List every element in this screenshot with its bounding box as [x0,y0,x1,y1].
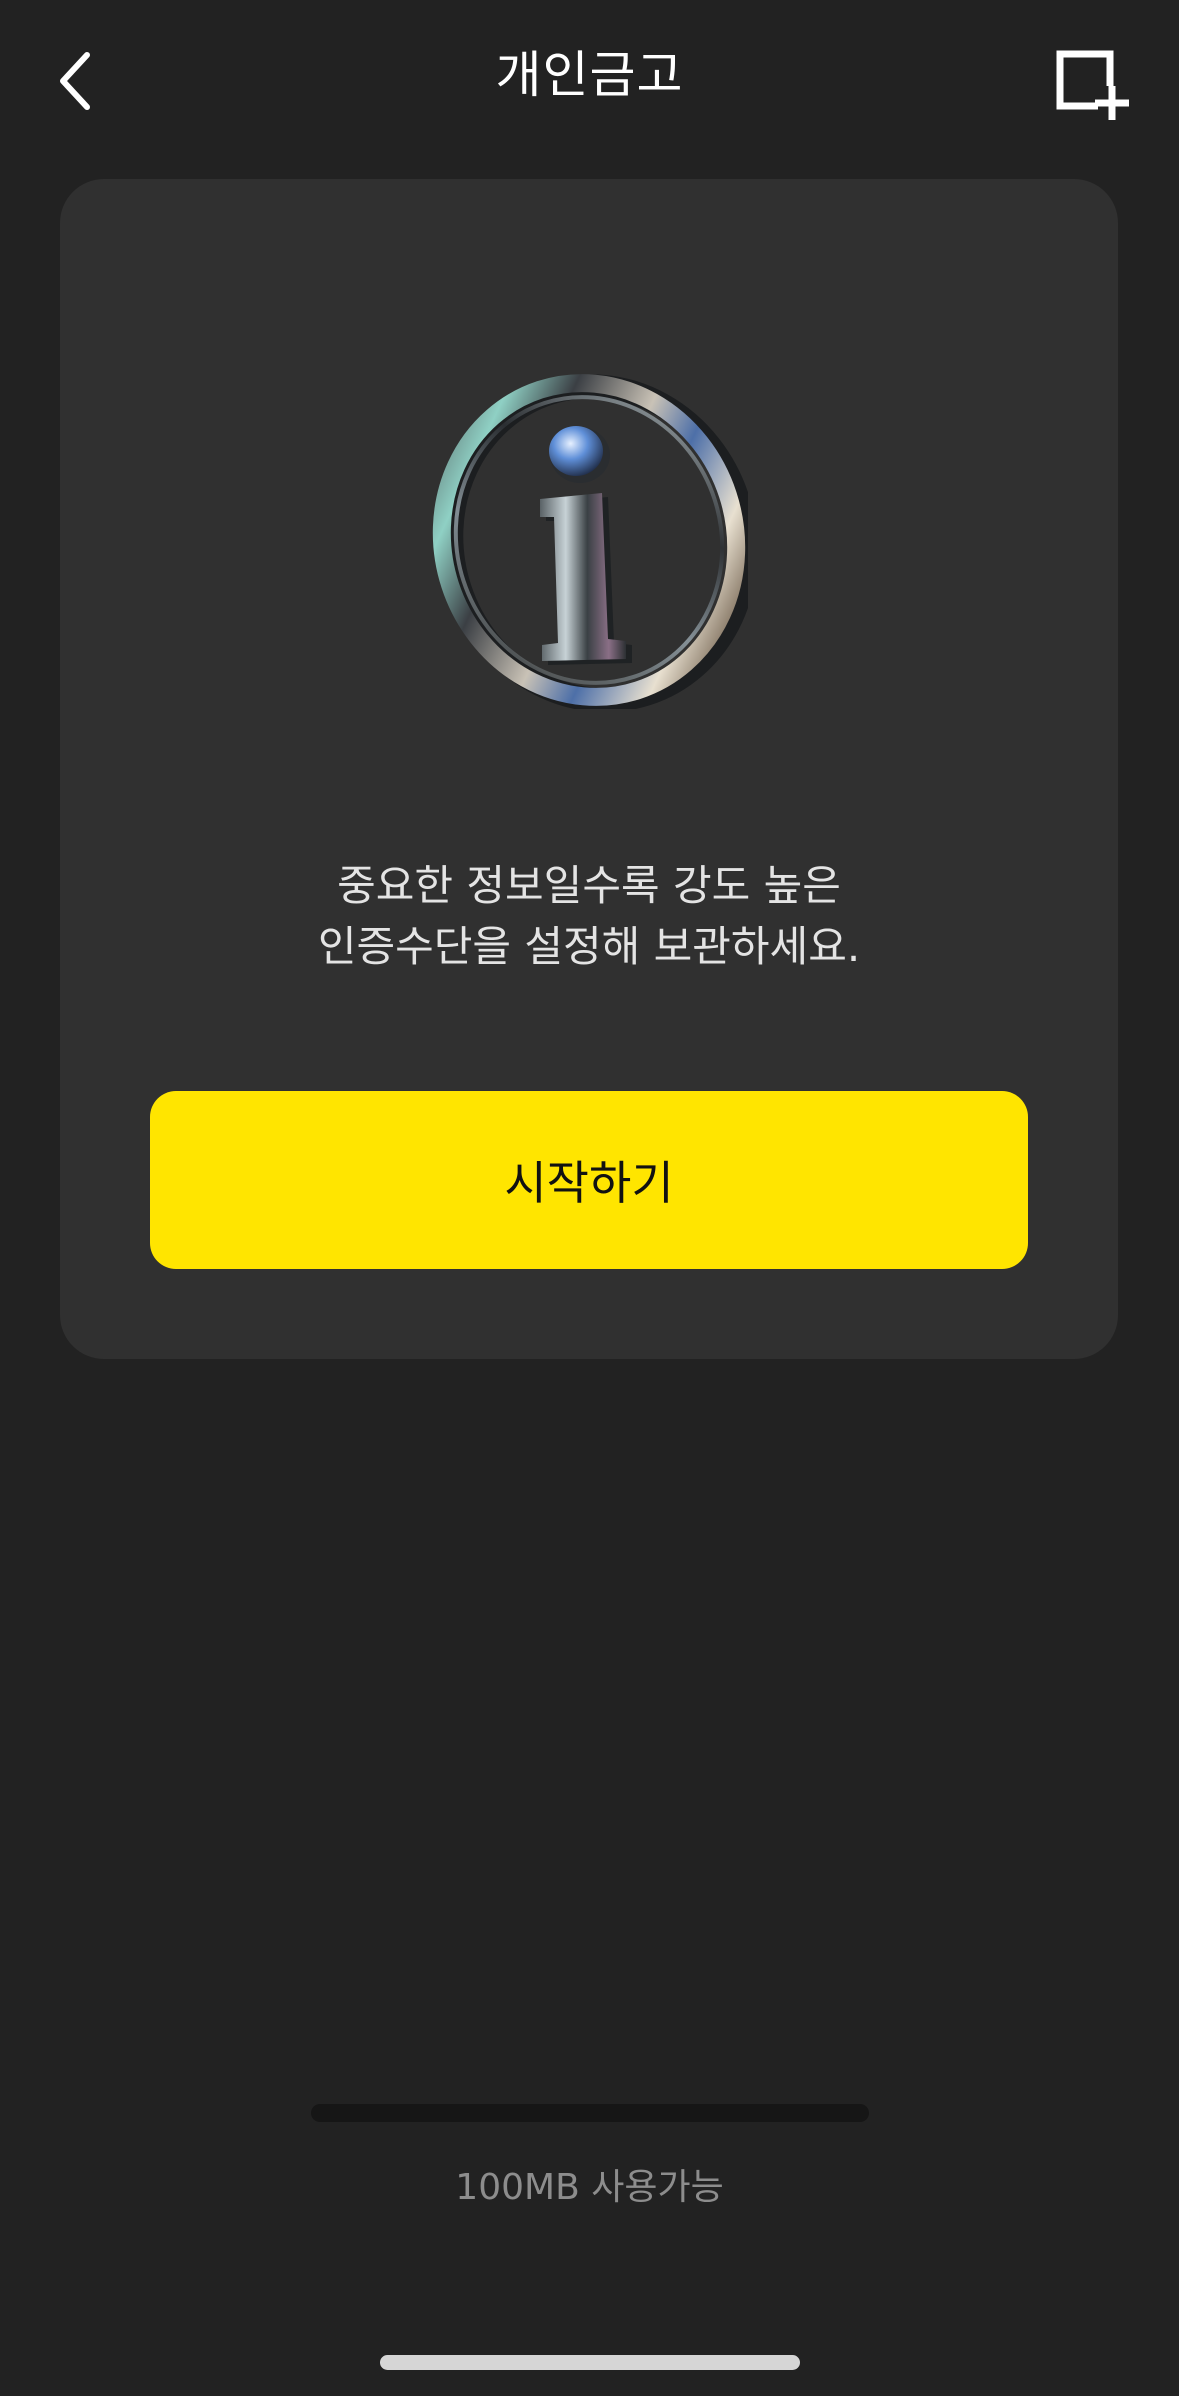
top-bar: 개인금고 [0,0,1179,150]
storage-available-label: 100MB 사용가능 [455,2167,724,2208]
info-icon [432,374,758,713]
info-illustration [430,371,758,713]
add-square-icon [1056,50,1129,120]
home-indicator[interactable] [380,2355,800,2370]
vault-intro-card: 중요한 정보일수록 강도 높은 인증수단을 설정해 보관하세요. 시작하기 [60,179,1118,1359]
storage-usage-bar [311,2104,869,2122]
message-line-1: 중요한 정보일수록 강도 높은 [337,861,841,910]
add-item-button[interactable] [1052,46,1132,126]
security-message: 중요한 정보일수록 강도 높은 인증수단을 설정해 보관하세요. [60,855,1118,977]
page-title: 개인금고 [495,46,684,104]
start-button[interactable]: 시작하기 [150,1091,1028,1269]
message-line-2: 인증수단을 설정해 보관하세요. [317,922,861,971]
